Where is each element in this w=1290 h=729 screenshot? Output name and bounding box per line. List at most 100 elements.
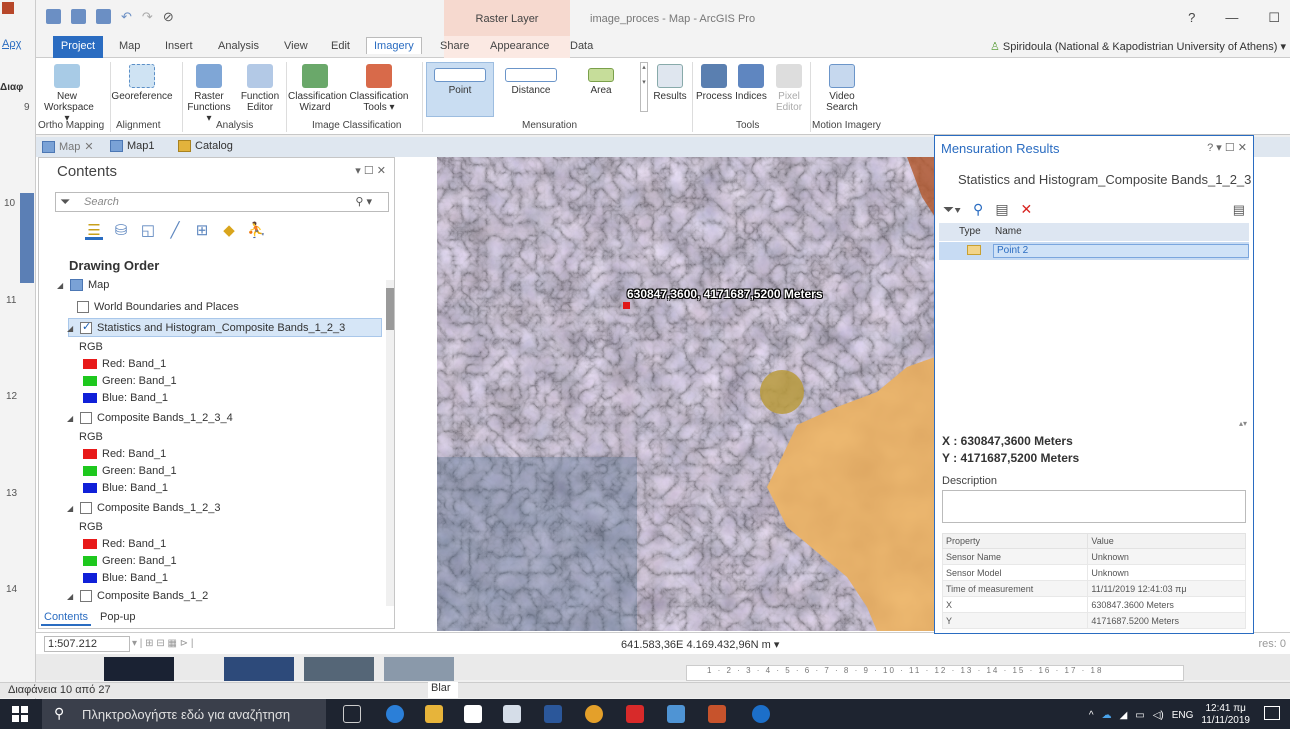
col-type[interactable]: Type <box>959 226 981 237</box>
doc-tab-map1[interactable]: Map1 <box>110 140 155 152</box>
layer-checkbox[interactable] <box>80 590 92 602</box>
raster-functions-button[interactable]: Raster Functions ▾ <box>184 64 234 124</box>
selection-icon[interactable]: ◱ <box>139 222 157 240</box>
resize-arrows[interactable]: ▴▾ <box>1239 419 1247 428</box>
tree-item-world-boundaries[interactable]: World Boundaries and Places <box>77 298 239 316</box>
network-icon[interactable]: ◢ <box>1120 710 1128 721</box>
gallery-scroll[interactable]: ▴ ▾ <box>640 62 648 112</box>
tab-popup[interactable]: Pop-up <box>97 610 138 626</box>
file-explorer-icon[interactable] <box>425 705 443 723</box>
layer-checkbox[interactable] <box>77 301 89 313</box>
powerpoint-icon[interactable] <box>708 705 726 723</box>
tab-share[interactable]: Share <box>440 40 469 52</box>
mail-icon[interactable] <box>503 705 521 723</box>
filter-icon[interactable]: ⏷▾ <box>943 201 961 218</box>
user-account[interactable]: ♙ Spiridoula (National & Kapodistrian Un… <box>990 40 1286 53</box>
distance-button[interactable]: Distance <box>498 68 564 96</box>
tab-contents[interactable]: Contents <box>41 610 92 626</box>
scale-selector[interactable]: 1:507.212 <box>44 636 130 652</box>
zoom-to-icon[interactable]: ⚲ <box>973 201 983 218</box>
tab-data[interactable]: Data <box>570 40 593 52</box>
tab-analysis[interactable]: Analysis <box>218 40 259 52</box>
doc-tab-catalog[interactable]: Catalog <box>178 140 233 152</box>
process-button[interactable]: Process <box>696 64 732 102</box>
battery-icon[interactable]: ▭ <box>1135 710 1144 721</box>
task-view-icon[interactable] <box>343 705 361 723</box>
editing-icon[interactable]: ╱ <box>166 222 184 240</box>
word-icon[interactable] <box>544 705 562 723</box>
pane-controls[interactable]: ? ▾ ☐ ✕ <box>1207 141 1247 154</box>
slide-thumbnail-selected[interactable] <box>20 193 34 283</box>
tray-chevron-icon[interactable]: ^ <box>1089 710 1094 721</box>
documents-icon[interactable] <box>667 705 685 723</box>
measured-point-marker[interactable] <box>623 302 630 309</box>
layer-checkbox[interactable] <box>80 320 92 334</box>
tab-map[interactable]: Map <box>119 40 140 52</box>
taskbar-search[interactable]: ⚲ Πληκτρολογήστε εδώ για αναζήτηση <box>42 699 326 729</box>
tree-item-map[interactable]: ◢ Map <box>57 276 109 294</box>
redo-icon[interactable]: ↷ <box>142 9 153 24</box>
edge-icon[interactable] <box>386 705 404 723</box>
maximize-button[interactable]: ☐ <box>1268 10 1280 26</box>
raster-map-view[interactable] <box>437 157 935 631</box>
chrome-icon[interactable] <box>585 705 603 723</box>
collapse-icon[interactable]: ◢ <box>67 414 75 423</box>
pane-controls[interactable]: ▾ ☐ ✕ <box>355 164 386 177</box>
layer-checkbox[interactable] <box>80 412 92 424</box>
new-project-icon[interactable] <box>46 9 61 24</box>
contents-search-input[interactable]: ⏷ Search ⚲ ▾ <box>55 192 389 212</box>
cancel-icon[interactable]: ⊘ <box>163 9 174 24</box>
pixel-editor-button[interactable]: Pixel Editor <box>771 64 807 113</box>
onedrive-icon[interactable]: ☁ <box>1102 710 1112 721</box>
layer-checkbox[interactable] <box>80 502 92 514</box>
classification-tools-button[interactable]: Classification Tools ▾ <box>346 64 412 113</box>
clock[interactable]: 12:41 πμ 11/11/2019 <box>1201 703 1250 727</box>
description-input[interactable] <box>942 490 1246 523</box>
snapping-icon[interactable]: ⊞ <box>193 222 211 240</box>
search-icon[interactable]: ⚲ ▾ <box>355 195 372 208</box>
labeling-icon[interactable]: ◆ <box>220 222 238 240</box>
tab-imagery[interactable]: Imagery <box>366 37 422 54</box>
tab-view[interactable]: View <box>284 40 308 52</box>
open-project-icon[interactable] <box>71 9 86 24</box>
perspective-icon[interactable]: ⛹ <box>247 222 266 240</box>
arcgis-pro-icon[interactable] <box>752 705 770 723</box>
tree-item-statistics-layer[interactable]: ◢Statistics and Histogram_Composite Band… <box>67 319 345 337</box>
status-tools[interactable]: ▾ | ⊞ ⊟ ▦ ⊳ | <box>132 638 193 649</box>
function-editor-button[interactable]: Function Editor <box>238 64 282 113</box>
ppt-tab[interactable]: Αρχ <box>2 38 21 50</box>
drawing-order-icon[interactable]: ☰ <box>85 222 103 240</box>
georeference-button[interactable]: Georeference <box>110 64 174 102</box>
tab-insert[interactable]: Insert <box>165 40 193 52</box>
notifications-icon[interactable] <box>1264 706 1280 720</box>
filter-icon[interactable]: ⏷ <box>60 194 70 210</box>
windows-start-icon[interactable] <box>12 706 28 722</box>
tree-item-composite-1234[interactable]: ◢ Composite Bands_1_2_3_4 <box>67 409 233 427</box>
tree-item-composite-12[interactable]: ◢ Composite Bands_1_2 <box>67 587 208 605</box>
tab-project[interactable]: Project <box>53 36 103 58</box>
indices-button[interactable]: Indices <box>733 64 769 102</box>
data-source-icon[interactable]: ⛁ <box>112 222 130 240</box>
undo-icon[interactable]: ↶ <box>121 9 132 24</box>
close-icon[interactable]: ✕ <box>84 140 93 153</box>
point-name-field[interactable]: Point 2 <box>993 244 1249 258</box>
results-button[interactable]: Results <box>652 64 688 102</box>
tab-edit[interactable]: Edit <box>331 40 350 52</box>
help-button[interactable]: ? <box>1188 10 1195 26</box>
video-search-button[interactable]: Video Search <box>822 64 862 113</box>
options-icon[interactable]: ▤ <box>1233 202 1245 218</box>
store-icon[interactable] <box>464 705 482 723</box>
area-button[interactable]: Area <box>584 68 618 96</box>
doc-tab-map[interactable]: Map ✕ <box>42 140 94 153</box>
acrobat-icon[interactable] <box>626 705 644 723</box>
collapse-icon[interactable]: ◢ <box>67 504 75 513</box>
tab-appearance[interactable]: Appearance <box>490 40 549 52</box>
export-icon[interactable]: ▤ <box>995 201 1008 218</box>
tree-item-composite-123[interactable]: ◢ Composite Bands_1_2_3 <box>67 499 221 517</box>
new-workspace-button[interactable]: New Workspace ▾ <box>44 64 94 124</box>
collapse-icon[interactable]: ◢ <box>67 324 75 333</box>
delete-icon[interactable]: ✕ <box>1021 201 1033 218</box>
scrollbar-thumb[interactable] <box>386 288 394 330</box>
collapse-icon[interactable]: ◢ <box>67 592 75 601</box>
results-row-selected[interactable]: Point 2 <box>939 242 1249 260</box>
